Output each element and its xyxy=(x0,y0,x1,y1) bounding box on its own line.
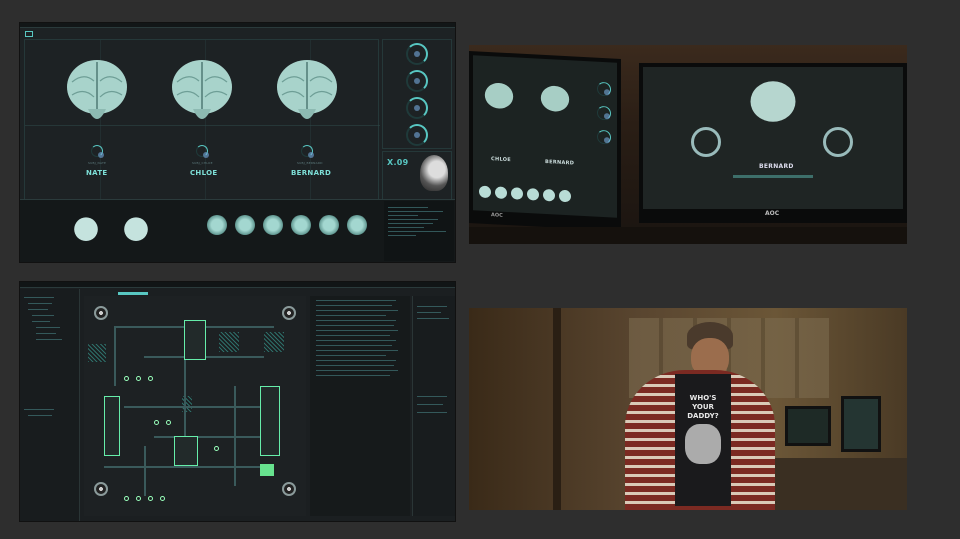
brain-slice-row xyxy=(207,215,367,239)
subject-name-bernard[interactable]: BERNARD xyxy=(291,169,331,177)
subject-tag: SUBJ_BERNARD xyxy=(297,161,323,165)
subject-name-nate[interactable]: NATE xyxy=(86,169,108,177)
brain-render-bernard xyxy=(277,60,337,119)
subject-knob-bernard[interactable] xyxy=(301,145,314,158)
brain-render-chloe xyxy=(172,60,232,119)
monitor-brand: AOC xyxy=(765,210,780,217)
subject-knob-chloe[interactable] xyxy=(196,145,209,158)
log-panel xyxy=(384,201,454,261)
mount-hole xyxy=(282,306,296,320)
active-tool[interactable] xyxy=(118,292,148,295)
monitor-subject-label: BERNARD xyxy=(545,159,575,167)
title-bar xyxy=(20,282,455,288)
t-shirt: WHO'S YOUR DADDY? xyxy=(675,374,731,506)
properties-panel xyxy=(412,296,455,516)
gauge-dial xyxy=(406,124,428,146)
mount-hole xyxy=(282,482,296,496)
mount-hole xyxy=(94,306,108,320)
right-monitor: BERNARD AOC xyxy=(639,63,907,223)
gauge-dial xyxy=(406,97,428,119)
netlist-panel xyxy=(310,296,410,516)
brain-scan-screen: SUBJ_NATE SUBJ_CHLOE SUBJ_BERNARD NATE C… xyxy=(19,22,456,263)
brain-slice[interactable] xyxy=(235,215,255,235)
gauge-dial xyxy=(406,43,428,65)
brain-slice[interactable] xyxy=(347,215,367,235)
brain-thumbnail[interactable] xyxy=(73,215,99,245)
ic-chip[interactable] xyxy=(174,436,198,466)
gauge-dial xyxy=(406,70,428,92)
desk-monitor xyxy=(785,406,831,446)
layer-tree xyxy=(20,289,80,521)
brain-slice[interactable] xyxy=(263,215,283,235)
desk-monitor xyxy=(841,396,881,452)
mount-hole xyxy=(94,482,108,496)
monitor-brand: AOC xyxy=(491,212,503,219)
monitor-subject-label: CHLOE xyxy=(491,156,512,164)
pcb-design-screen xyxy=(19,281,456,522)
monitor-subject-label: BERNARD xyxy=(759,163,794,170)
subject-tag: SUBJ_CHLOE xyxy=(192,161,213,165)
left-monitor: CHLOE BERNARD AOC xyxy=(469,51,621,231)
ic-chip[interactable] xyxy=(260,386,280,456)
pcb-board xyxy=(84,296,306,516)
subject-knob-nate[interactable] xyxy=(91,145,104,158)
face-scan-image xyxy=(420,155,448,191)
brain-thumbnail[interactable] xyxy=(123,215,149,245)
brain-slice[interactable] xyxy=(319,215,339,235)
brain-slice[interactable] xyxy=(291,215,311,235)
subject-name-chloe[interactable]: CHLOE xyxy=(190,169,217,177)
shirt-text: WHO'S YOUR DADDY? xyxy=(687,394,719,420)
highlight-pad[interactable] xyxy=(260,464,274,476)
ic-chip[interactable] xyxy=(104,396,120,456)
monitors-photo: CHLOE BERNARD AOC BERNARD AOC xyxy=(469,45,907,244)
brain-render-nate xyxy=(67,60,127,119)
person-photo: WHO'S YOUR DADDY? xyxy=(469,308,907,510)
title-bar xyxy=(20,23,455,28)
ic-chip[interactable] xyxy=(184,320,206,360)
logo-icon xyxy=(25,31,33,37)
brain-slice[interactable] xyxy=(207,215,227,235)
readout-value: X.09 xyxy=(387,158,409,167)
subject-tag: SUBJ_NATE xyxy=(88,161,107,165)
